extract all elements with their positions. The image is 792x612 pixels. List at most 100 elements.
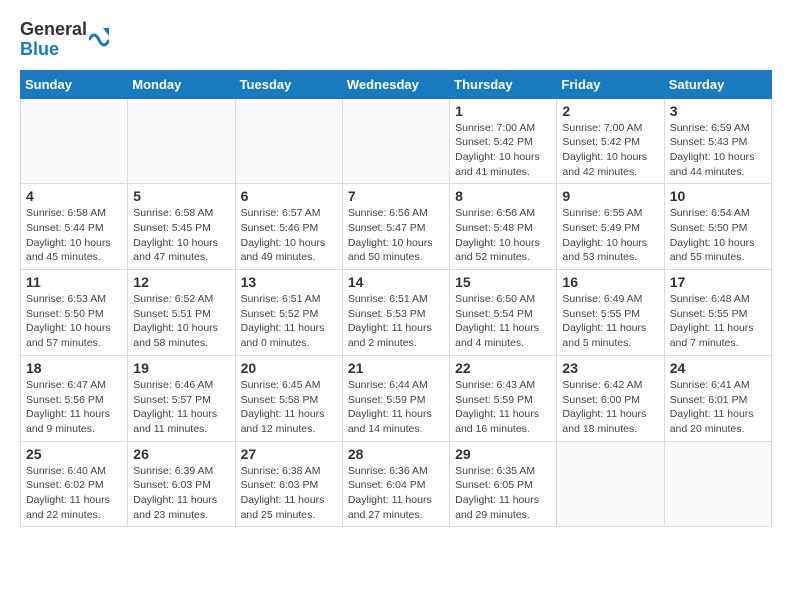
calendar-cell: 18Sunrise: 6:47 AMSunset: 5:56 PMDayligh… [21, 355, 128, 441]
calendar-cell: 10 Sunrise: 6:54 AMSunset: 5:50 PMDayligh… [664, 184, 771, 270]
day-number: 1 [455, 103, 551, 119]
calendar-cell: 3 Sunrise: 6:59 AMSunset: 5:43 PMDaylight… [664, 98, 771, 184]
day-number: 22 [455, 360, 551, 376]
day-info: Sunrise: 6:58 AMSunset: 5:44 PMDaylight:… [26, 206, 122, 265]
day-info: Sunrise: 6:42 AMSunset: 6:00 PMDaylight:… [562, 378, 658, 437]
calendar-cell: 13 Sunrise: 6:51 AMSunset: 5:52 PMDayligh… [235, 270, 342, 356]
day-number: 13 [241, 274, 337, 290]
day-info: Sunrise: 6:56 AMSunset: 5:47 PMDaylight:… [348, 206, 444, 265]
day-number: 24 [670, 360, 766, 376]
day-number: 25 [26, 446, 122, 462]
day-number: 7 [348, 188, 444, 204]
calendar-cell: 15 Sunrise: 6:50 AMSunset: 5:54 PMDayligh… [450, 270, 557, 356]
day-number: 2 [562, 103, 658, 119]
day-info: Sunrise: 6:48 AMSunset: 5:55 PMDaylight:… [670, 292, 766, 351]
day-info: Sunrise: 6:59 AMSunset: 5:43 PMDaylight:… [670, 121, 766, 180]
calendar-cell: 26 Sunrise: 6:39 AMSunset: 6:03 PMDayligh… [128, 441, 235, 527]
calendar-cell: 17 Sunrise: 6:48 AMSunset: 5:55 PMDayligh… [664, 270, 771, 356]
day-info: Sunrise: 6:58 AMSunset: 5:45 PMDaylight:… [133, 206, 229, 265]
calendar-cell: 12 Sunrise: 6:52 AMSunset: 5:51 PMDayligh… [128, 270, 235, 356]
calendar-cell: 1 Sunrise: 7:00 AMSunset: 5:42 PMDaylight… [450, 98, 557, 184]
day-number: 15 [455, 274, 551, 290]
day-number: 11 [26, 274, 122, 290]
day-number: 4 [26, 188, 122, 204]
calendar-table: SundayMondayTuesdayWednesdayThursdayFrid… [20, 70, 772, 528]
day-number: 14 [348, 274, 444, 290]
calendar-cell: 28Sunrise: 6:36 AMSunset: 6:04 PMDayligh… [342, 441, 449, 527]
calendar-cell: 20 Sunrise: 6:45 AMSunset: 5:58 PMDayligh… [235, 355, 342, 441]
calendar-cell: 27 Sunrise: 6:38 AMSunset: 6:03 PMDayligh… [235, 441, 342, 527]
day-header-tuesday: Tuesday [235, 70, 342, 98]
day-number: 18 [26, 360, 122, 376]
day-number: 9 [562, 188, 658, 204]
calendar-week-row: 1 Sunrise: 7:00 AMSunset: 5:42 PMDaylight… [21, 98, 772, 184]
day-number: 12 [133, 274, 229, 290]
day-info: Sunrise: 6:51 AMSunset: 5:53 PMDaylight:… [348, 292, 444, 351]
calendar-cell: 7 Sunrise: 6:56 AMSunset: 5:47 PMDaylight… [342, 184, 449, 270]
logo: GeneralBlue [20, 20, 109, 60]
day-info: Sunrise: 6:49 AMSunset: 5:55 PMDaylight:… [562, 292, 658, 351]
calendar-cell: 6 Sunrise: 6:57 AMSunset: 5:46 PMDaylight… [235, 184, 342, 270]
day-number: 27 [241, 446, 337, 462]
day-info: Sunrise: 6:35 AMSunset: 6:05 PMDaylight:… [455, 464, 551, 523]
day-info: Sunrise: 6:51 AMSunset: 5:52 PMDaylight:… [241, 292, 337, 351]
calendar-cell [128, 98, 235, 184]
day-info: Sunrise: 6:44 AMSunset: 5:59 PMDaylight:… [348, 378, 444, 437]
day-info: Sunrise: 6:40 AMSunset: 6:02 PMDaylight:… [26, 464, 122, 523]
day-number: 5 [133, 188, 229, 204]
calendar-week-row: 25 Sunrise: 6:40 AMSunset: 6:02 PMDayligh… [21, 441, 772, 527]
day-number: 3 [670, 103, 766, 119]
calendar-cell: 4 Sunrise: 6:58 AMSunset: 5:44 PMDaylight… [21, 184, 128, 270]
calendar-cell: 14 Sunrise: 6:51 AMSunset: 5:53 PMDayligh… [342, 270, 449, 356]
calendar-cell: 8 Sunrise: 6:56 AMSunset: 5:48 PMDaylight… [450, 184, 557, 270]
day-info: Sunrise: 6:41 AMSunset: 6:01 PMDaylight:… [670, 378, 766, 437]
day-info: Sunrise: 6:45 AMSunset: 5:58 PMDaylight:… [241, 378, 337, 437]
day-info: Sunrise: 6:43 AMSunset: 5:59 PMDaylight:… [455, 378, 551, 437]
calendar-cell [235, 98, 342, 184]
day-number: 8 [455, 188, 551, 204]
day-header-saturday: Saturday [664, 70, 771, 98]
day-info: Sunrise: 6:36 AMSunset: 6:04 PMDaylight:… [348, 464, 444, 523]
day-number: 26 [133, 446, 229, 462]
calendar-cell: 5 Sunrise: 6:58 AMSunset: 5:45 PMDaylight… [128, 184, 235, 270]
day-number: 20 [241, 360, 337, 376]
calendar-cell [342, 98, 449, 184]
calendar-cell: 22 Sunrise: 6:43 AMSunset: 5:59 PMDayligh… [450, 355, 557, 441]
day-header-sunday: Sunday [21, 70, 128, 98]
day-info: Sunrise: 6:46 AMSunset: 5:57 PMDaylight:… [133, 378, 229, 437]
header: GeneralBlue [20, 20, 772, 60]
day-info: Sunrise: 6:54 AMSunset: 5:50 PMDaylight:… [670, 206, 766, 265]
calendar-cell: 24 Sunrise: 6:41 AMSunset: 6:01 PMDayligh… [664, 355, 771, 441]
day-number: 10 [670, 188, 766, 204]
day-info: Sunrise: 6:52 AMSunset: 5:51 PMDaylight:… [133, 292, 229, 351]
calendar-cell [21, 98, 128, 184]
day-header-wednesday: Wednesday [342, 70, 449, 98]
calendar-cell: 21Sunrise: 6:44 AMSunset: 5:59 PMDayligh… [342, 355, 449, 441]
calendar-week-row: 18Sunrise: 6:47 AMSunset: 5:56 PMDayligh… [21, 355, 772, 441]
day-number: 16 [562, 274, 658, 290]
day-info: Sunrise: 6:50 AMSunset: 5:54 PMDaylight:… [455, 292, 551, 351]
day-number: 6 [241, 188, 337, 204]
day-header-thursday: Thursday [450, 70, 557, 98]
calendar-header-row: SundayMondayTuesdayWednesdayThursdayFrid… [21, 70, 772, 98]
day-number: 17 [670, 274, 766, 290]
day-info: Sunrise: 7:00 AMSunset: 5:42 PMDaylight:… [562, 121, 658, 180]
day-header-friday: Friday [557, 70, 664, 98]
calendar-cell: 16 Sunrise: 6:49 AMSunset: 5:55 PMDayligh… [557, 270, 664, 356]
calendar-cell [557, 441, 664, 527]
calendar-cell: 29Sunrise: 6:35 AMSunset: 6:05 PMDayligh… [450, 441, 557, 527]
day-info: Sunrise: 6:38 AMSunset: 6:03 PMDaylight:… [241, 464, 337, 523]
day-info: Sunrise: 6:57 AMSunset: 5:46 PMDaylight:… [241, 206, 337, 265]
calendar-cell: 25 Sunrise: 6:40 AMSunset: 6:02 PMDayligh… [21, 441, 128, 527]
day-info: Sunrise: 6:53 AMSunset: 5:50 PMDaylight:… [26, 292, 122, 351]
day-number: 19 [133, 360, 229, 376]
logo-text: GeneralBlue [20, 20, 87, 60]
day-info: Sunrise: 6:39 AMSunset: 6:03 PMDaylight:… [133, 464, 229, 523]
day-info: Sunrise: 7:00 AMSunset: 5:42 PMDaylight:… [455, 121, 551, 180]
calendar-week-row: 4 Sunrise: 6:58 AMSunset: 5:44 PMDaylight… [21, 184, 772, 270]
day-info: Sunrise: 6:55 AMSunset: 5:49 PMDaylight:… [562, 206, 658, 265]
logo-wave-icon [89, 26, 109, 54]
calendar-cell: 19 Sunrise: 6:46 AMSunset: 5:57 PMDayligh… [128, 355, 235, 441]
calendar-week-row: 11 Sunrise: 6:53 AMSunset: 5:50 PMDayligh… [21, 270, 772, 356]
day-info: Sunrise: 6:56 AMSunset: 5:48 PMDaylight:… [455, 206, 551, 265]
